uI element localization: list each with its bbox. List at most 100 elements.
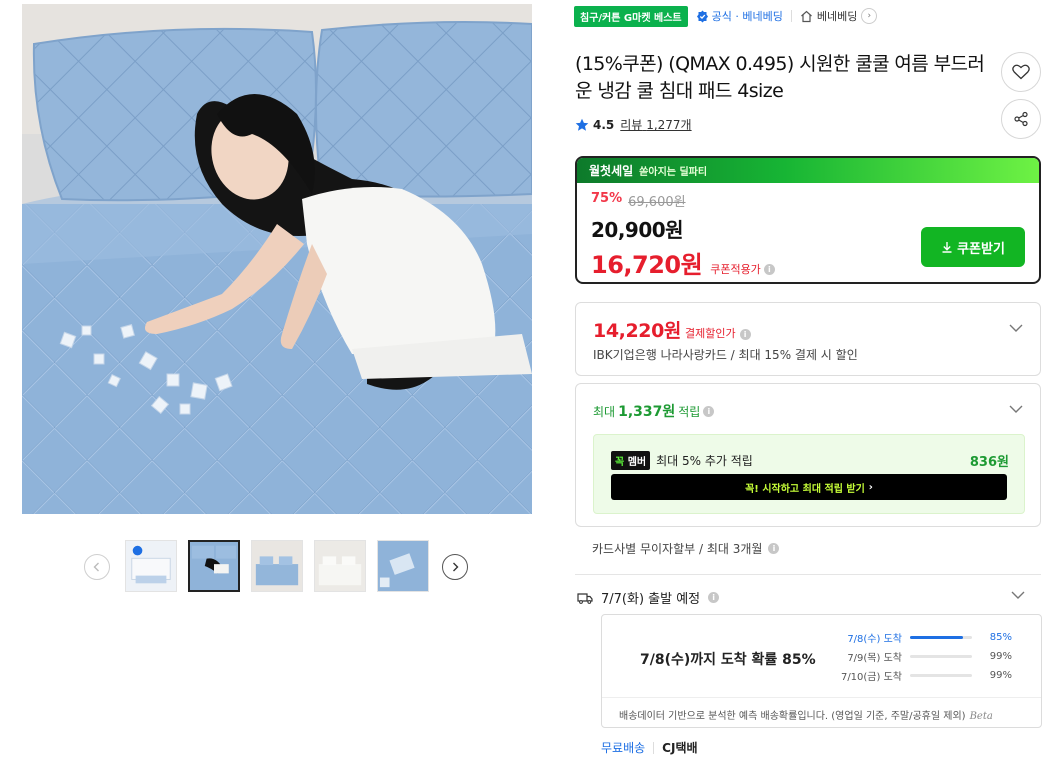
share-button[interactable]	[1001, 99, 1041, 139]
chevron-down-icon[interactable]	[1008, 320, 1024, 336]
departure-text: 7/7(화) 출발 예정	[601, 592, 701, 607]
info-icon[interactable]: i	[739, 329, 751, 340]
thumbnail-image	[190, 542, 238, 590]
star-icon	[575, 118, 589, 131]
forecast-headline: 7/8(수)까지 도착 확률 85%	[640, 652, 816, 668]
forecast-row: 7/8(수) 도착 85%	[834, 628, 1012, 647]
home-icon	[800, 10, 812, 22]
chevron-right-icon: ›	[861, 8, 878, 24]
chevron-right-icon: ›	[868, 481, 873, 493]
forecast-bar	[910, 655, 972, 658]
forecast-percent: 85%	[989, 632, 1012, 643]
delivery-method: 무료배송 CJ택배	[601, 739, 698, 756]
download-icon	[942, 242, 952, 253]
member-logo: 꼭 멤버	[611, 451, 651, 470]
free-shipping: 무료배송	[601, 741, 646, 755]
chevron-right-icon	[453, 562, 459, 572]
member-points: 836원	[969, 455, 1009, 470]
points-suffix: 적립	[678, 404, 701, 419]
deal-banner-subtitle: 쏟아지는 딜파티	[639, 167, 708, 178]
bedroom-photo	[22, 4, 532, 514]
deal-banner-title: 월첫세일	[589, 164, 634, 178]
product-title: (15%쿠폰) (QMAX 0.495) 시원한 쿨쿨 여름 부드러운 냉감 쿨…	[575, 53, 985, 102]
thumbnail-image	[378, 541, 428, 591]
product-main-image	[22, 4, 532, 514]
next-image-button[interactable]	[442, 554, 468, 580]
coupon-label-text: 쿠폰적용가	[710, 263, 761, 276]
chevron-down-icon[interactable]	[1010, 587, 1026, 603]
deal-banner: 월첫세일 쏟아지는 딜파티	[577, 158, 1039, 183]
store-name: 베네베딩	[816, 10, 858, 23]
member-logo-b: 멤버	[627, 457, 647, 468]
badge-row: 침구/커튼 G마켓 베스트 공식 · 베네베딩 베네베딩 ›	[574, 5, 878, 27]
divider	[790, 10, 792, 22]
get-coupon-button[interactable]: 쿠폰받기	[921, 227, 1025, 267]
thumbnail-2[interactable]	[188, 540, 240, 592]
discount-percent: 75%	[591, 191, 623, 206]
member-signup-label: 꼭! 시작하고 최대 적립 받기	[745, 483, 865, 495]
forecast-percent: 99%	[989, 670, 1012, 681]
forecast-date: 7/9(목) 도착	[847, 653, 902, 664]
delivery-forecast-box: 7/8(수)까지 도착 확률 85% 7/8(수) 도착 85% 7/9(목) 도착…	[601, 614, 1042, 728]
official-store-badge[interactable]: 공식 · 베네베딩	[696, 8, 783, 24]
installment-info: 카드사별 무이자할부 / 최대 3개월 i	[592, 540, 780, 557]
share-icon	[1014, 111, 1028, 127]
card-discount-box[interactable]: 14,220원 결제할인가 i IBK기업은행 나라사랑카드 / 최대 15% …	[575, 302, 1041, 376]
coupon-price-label: 쿠폰적용가 i	[710, 261, 775, 277]
heart-icon	[1012, 64, 1030, 80]
forecast-footnote: 배송데이터 기반으로 분석한 예측 배송확률입니다. (영업일 기준, 주말/공…	[602, 697, 1041, 722]
prev-image-button[interactable]	[84, 554, 110, 580]
info-icon[interactable]: i	[763, 263, 775, 275]
forecast-bar	[910, 674, 972, 677]
rating-summary: 4.5 리뷰 1,277개	[575, 116, 692, 133]
card-discount-desc: IBK기업은행 나라사랑카드 / 최대 15% 결제 시 할인	[593, 348, 858, 362]
verified-shield-icon	[696, 10, 708, 22]
info-icon[interactable]: i	[703, 405, 715, 417]
review-link[interactable]: 리뷰 1,277개	[620, 116, 691, 133]
official-store-label: 공식 · 베네베딩	[711, 10, 783, 23]
thumbnail-5[interactable]	[377, 540, 429, 592]
chevron-left-icon	[93, 562, 99, 572]
info-icon[interactable]: i	[708, 592, 720, 603]
review-count: 1,277개	[646, 118, 692, 132]
get-coupon-label: 쿠폰받기	[957, 241, 1005, 257]
original-price: 69,600원	[628, 195, 686, 210]
thumbnail-3[interactable]	[251, 540, 303, 592]
carrier-name: CJ택배	[662, 741, 698, 755]
best-badge[interactable]: 침구/커튼 G마켓 베스트	[574, 5, 688, 27]
thumbnail-1[interactable]	[125, 540, 177, 592]
footnote-text: 배송데이터 기반으로 분석한 예측 배송확률입니다. (영업일 기준, 주말/공…	[619, 711, 966, 722]
thumbnail-image	[315, 541, 365, 591]
forecast-bar	[910, 636, 972, 639]
installment-text: 카드사별 무이자할부 / 최대 3개월	[592, 542, 763, 556]
info-icon[interactable]: i	[768, 543, 780, 554]
store-link[interactable]: 베네베딩 ›	[800, 8, 878, 24]
member-signup-button[interactable]: 꼭! 시작하고 최대 적립 받기 ›	[611, 474, 1007, 500]
divider	[575, 574, 1041, 575]
chevron-down-icon[interactable]	[1008, 401, 1024, 417]
max-points: 최대 1,337원 적립 i	[593, 401, 715, 421]
card-discount-label: 결제할인가	[685, 327, 736, 340]
thumbnail-4[interactable]	[314, 540, 366, 592]
member-benefit-text: 최대 5% 추가 적립	[656, 454, 753, 468]
member-logo-a: 꼭	[615, 457, 625, 468]
forecast-percent: 99%	[989, 651, 1012, 662]
rating-score: 4.5	[593, 117, 615, 132]
points-prefix: 최대	[593, 404, 616, 419]
forecast-row: 7/10(금) 도착 99%	[834, 666, 1012, 685]
forecast-date: 7/8(수) 도착	[847, 634, 902, 645]
divider	[653, 741, 655, 754]
truck-icon	[577, 592, 593, 604]
forecast-date: 7/10(금) 도착	[840, 672, 902, 683]
deal-price-box: 월첫세일 쏟아지는 딜파티 75% 69,600원 20,900원 16,720…	[575, 156, 1041, 284]
shipping-departure: 7/7(화) 출발 예정 i	[577, 588, 720, 607]
coupon-price: 16,720원	[591, 251, 703, 279]
points-box: 최대 1,337원 적립 i 꼭 멤버 최대 5% 추가 적립 836원 꼭! …	[575, 383, 1041, 527]
beta-label: Beta	[969, 711, 993, 722]
forecast-row: 7/9(목) 도착 99%	[834, 647, 1012, 666]
points-amount: 1,337원	[618, 404, 676, 420]
member-benefit-box: 꼭 멤버 최대 5% 추가 적립 836원 꼭! 시작하고 최대 적립 받기 ›	[593, 434, 1025, 514]
wishlist-button[interactable]	[1001, 52, 1041, 92]
forecast-rows: 7/8(수) 도착 85% 7/9(목) 도착 99% 7/10(금) 도착 99%	[834, 628, 1012, 685]
thumbnail-image	[126, 541, 176, 591]
